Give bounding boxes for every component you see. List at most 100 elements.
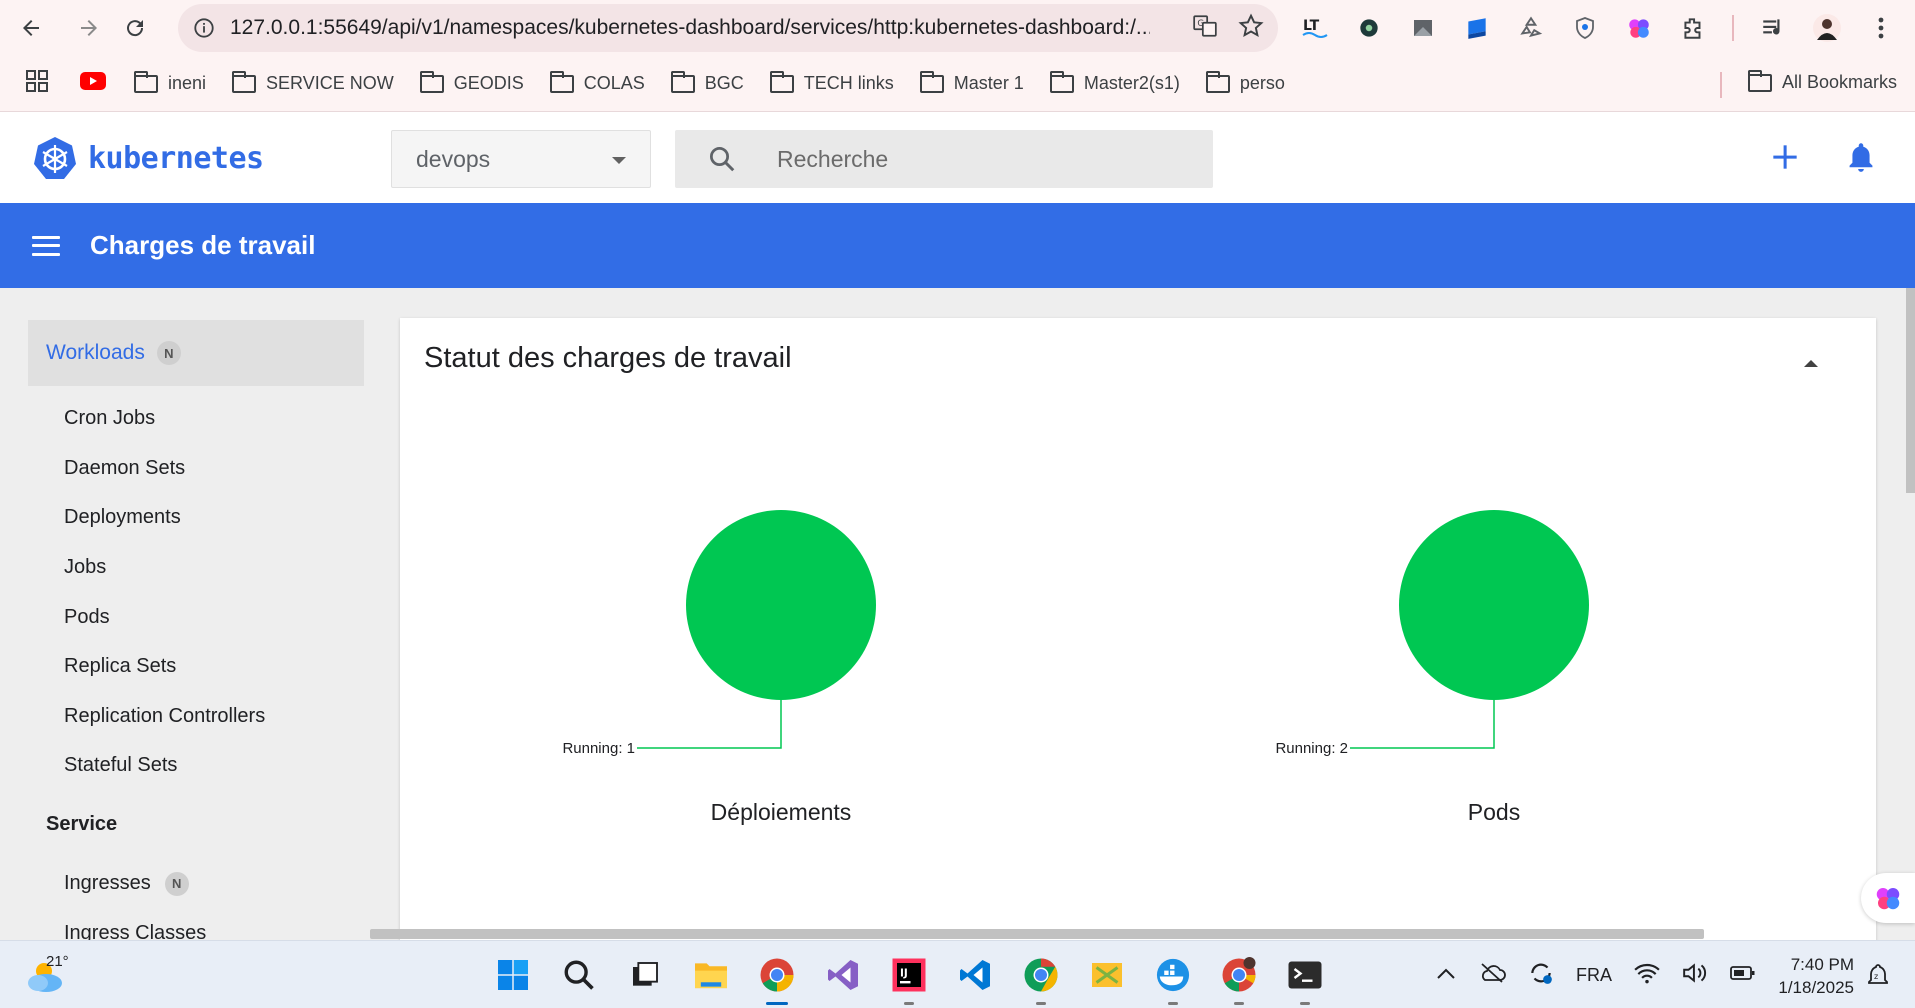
profile-avatar[interactable]	[1812, 13, 1842, 43]
reload-button[interactable]	[112, 5, 158, 51]
windows-taskbar: 21° IJ FRA 7:40 PM 1/18/2025 z	[0, 940, 1915, 1008]
back-button[interactable]	[8, 5, 54, 51]
bookmark-star-icon[interactable]	[1238, 12, 1264, 44]
search-input[interactable]	[777, 145, 1177, 173]
sidebar-section-service[interactable]: Service	[28, 791, 364, 859]
visual-studio-icon[interactable]	[822, 954, 864, 996]
sidebar-item-replication-controllers[interactable]: Replication Controllers	[28, 692, 364, 742]
translate-icon[interactable]: G	[1192, 13, 1218, 44]
folder-icon	[1049, 70, 1074, 93]
chrome-profile-icon[interactable]	[1218, 954, 1260, 1005]
search-bar[interactable]	[675, 130, 1213, 188]
task-view-icon[interactable]	[624, 954, 666, 996]
forward-button[interactable]	[66, 5, 112, 51]
youtube-icon[interactable]	[80, 71, 106, 96]
search-icon[interactable]	[558, 954, 600, 996]
sidebar-item-replica-sets[interactable]: Replica Sets	[28, 642, 364, 692]
sidebar-item-stateful-sets[interactable]: Stateful Sets	[28, 741, 364, 791]
shield-icon[interactable]	[1570, 13, 1600, 43]
svg-text:G: G	[1197, 19, 1204, 29]
create-plus-icon[interactable]	[1771, 143, 1799, 176]
sidebar-item-daemon-sets[interactable]: Daemon Sets	[28, 444, 364, 494]
blue-extension-icon[interactable]	[1462, 13, 1492, 43]
wifi-icon[interactable]	[1634, 962, 1660, 989]
chrome-icon[interactable]	[756, 954, 798, 1005]
main-content: Workloads N Cron Jobs Daemon Sets Deploy…	[0, 288, 1915, 940]
file-explorer-icon[interactable]	[690, 954, 732, 996]
reload-icon	[127, 20, 144, 37]
puzzle-gear-icon[interactable]	[1354, 13, 1384, 43]
kubernetes-logo[interactable]: kubernetes	[32, 135, 264, 181]
bookmark-service-now[interactable]: SERVICE NOW	[232, 70, 394, 94]
notification-center-icon[interactable]: z	[1866, 963, 1890, 992]
sidebar-item-ingress-classes[interactable]: Ingress Classes	[28, 908, 364, 940]
chart-title: Déploiements	[711, 799, 852, 825]
sidebar-item-deployments[interactable]: Deployments	[28, 493, 364, 543]
bookmark-master-1[interactable]: Master 1	[919, 70, 1024, 94]
vscode-icon[interactable]	[954, 954, 996, 996]
folder-icon	[134, 70, 158, 93]
menu-kebab-icon[interactable]	[1866, 13, 1896, 43]
namespace-select[interactable]: devops	[391, 130, 651, 188]
slice-leader-line	[1350, 700, 1495, 749]
folder-icon	[419, 70, 444, 93]
input-language[interactable]: FRA	[1576, 965, 1612, 986]
floating-assistant-button[interactable]	[1861, 873, 1915, 923]
namespace-value: devops	[416, 145, 491, 172]
sidebar-item-jobs[interactable]: Jobs	[28, 543, 364, 593]
address-bar[interactable]: 127.0.0.1:55649/api/v1/namespaces/kubern…	[178, 4, 1278, 52]
kubernetes-wheel-icon	[34, 137, 76, 179]
onedrive-offline-icon[interactable]	[1478, 962, 1506, 989]
site-info-icon[interactable]	[178, 17, 230, 39]
playlist-icon[interactable]	[1758, 13, 1788, 43]
bookmark-tech-links[interactable]: TECH links	[769, 70, 894, 94]
hamburger-menu-icon[interactable]	[32, 235, 60, 256]
sidebar-item-label: Workloads	[46, 341, 145, 364]
k8s-tool-icon[interactable]	[1086, 954, 1128, 996]
bookmark-master2[interactable]: Master2(s1)	[1049, 70, 1180, 94]
arrow-extension-icon[interactable]	[1408, 13, 1438, 43]
docker-icon[interactable]	[1152, 954, 1194, 1005]
brain-icon[interactable]	[1624, 13, 1654, 43]
bookmark-colas[interactable]: COLAS	[549, 70, 645, 94]
battery-icon[interactable]	[1730, 965, 1756, 986]
vertical-scrollbar[interactable]	[1906, 288, 1915, 493]
separator-icon	[1732, 13, 1734, 43]
folder-icon	[549, 70, 574, 93]
intellij-icon[interactable]: IJ	[888, 954, 930, 1005]
logo-text: kubernetes	[88, 140, 264, 176]
chrome-canary-icon[interactable]	[1020, 954, 1062, 1005]
sidebar-item-ingresses[interactable]: Ingresses N	[28, 859, 364, 909]
slice-label: Running: 1	[562, 740, 635, 757]
bookmark-bgc[interactable]: BGC	[670, 70, 744, 94]
sidebar-item-cron-jobs[interactable]: Cron Jobs	[28, 394, 364, 444]
notifications-bell-icon[interactable]	[1847, 141, 1875, 178]
windows-start-icon[interactable]	[492, 954, 534, 996]
recycle-icon[interactable]	[1516, 13, 1546, 43]
system-tray: FRA	[1436, 941, 1756, 1008]
sync-icon[interactable]	[1528, 960, 1554, 991]
workload-status-card: Statut des charges de travail Running: 1…	[400, 318, 1876, 940]
namespaced-badge: N	[164, 871, 189, 896]
all-bookmarks[interactable]: All Bookmarks	[1748, 69, 1897, 93]
bookmark-ineni[interactable]: ineni	[134, 70, 206, 94]
namespaced-badge: N	[156, 341, 181, 365]
bookmark-geodis[interactable]: GEODIS	[419, 70, 524, 94]
horizontal-scrollbar[interactable]	[370, 929, 1704, 939]
section-toolbar: Charges de travail	[0, 203, 1915, 288]
terminal-icon[interactable]	[1284, 954, 1326, 1005]
pie-slice-running[interactable]	[1399, 510, 1589, 700]
clock-date: 1/18/2025	[1778, 978, 1854, 997]
chevron-up-icon[interactable]	[1436, 965, 1456, 986]
extensions-puzzle-icon[interactable]	[1678, 13, 1708, 43]
system-clock[interactable]: 7:40 PM 1/18/2025	[1764, 953, 1854, 999]
sidebar-item-pods[interactable]: Pods	[28, 592, 364, 642]
lt-icon[interactable]: LT	[1300, 13, 1330, 43]
folder-icon	[1205, 70, 1230, 93]
pie-slice-running[interactable]	[686, 510, 876, 700]
sidebar-item-workloads[interactable]: Workloads N	[28, 320, 364, 386]
url-text[interactable]: 127.0.0.1:55649/api/v1/namespaces/kubern…	[230, 16, 1150, 40]
volume-icon[interactable]	[1682, 962, 1708, 989]
apps-grid-icon[interactable]	[26, 70, 48, 97]
bookmark-perso[interactable]: perso	[1205, 70, 1285, 94]
